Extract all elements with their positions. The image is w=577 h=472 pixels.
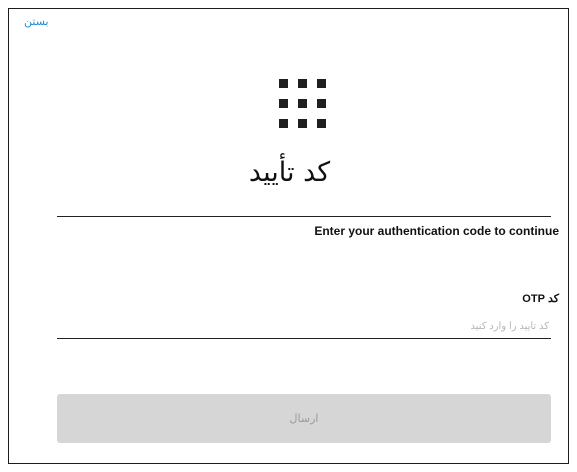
- instruction-text: Enter your authentication code to contin…: [314, 224, 559, 238]
- auth-dialog: بستن کد تأیید Enter your authentication …: [8, 8, 569, 464]
- keypad-grid-icon: [274, 74, 336, 136]
- otp-input[interactable]: [57, 315, 551, 339]
- divider: [57, 216, 551, 217]
- submit-button[interactable]: ارسال: [57, 394, 551, 443]
- otp-field-label: کد OTP: [522, 293, 559, 305]
- close-link[interactable]: بستن: [24, 15, 49, 28]
- page-title: کد تأیید: [248, 157, 331, 188]
